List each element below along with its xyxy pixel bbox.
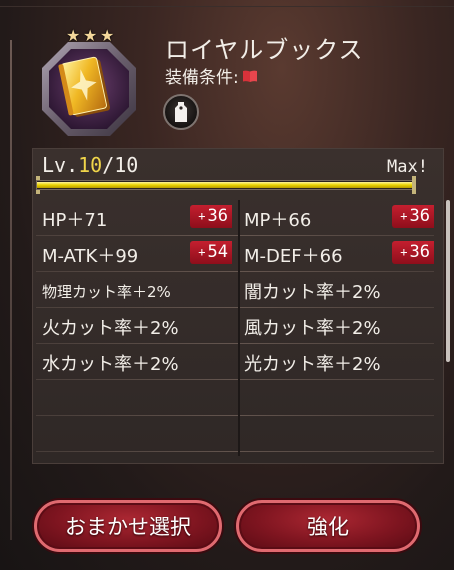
stat-cell-right: M-DEF＋66 +36	[238, 236, 434, 271]
stat-row: HP＋71 +36 MP＋66 +36	[36, 200, 434, 236]
stat-row: M-ATK＋99 +54 M-DEF＋66 +36	[36, 236, 434, 272]
stat-cell-left: 物理カット率＋2%	[36, 272, 232, 307]
stat-cell-right	[238, 416, 434, 451]
red-book-icon	[242, 70, 257, 82]
plus-sign: +	[400, 209, 408, 223]
rarity-stars: ★ ★ ★	[66, 28, 116, 46]
stat-text: 水カット率＋2%	[42, 354, 179, 375]
equip-label: 装備条件:	[165, 68, 239, 88]
stat-text: 闇カット率＋2%	[244, 282, 381, 303]
plus-sign: +	[400, 245, 408, 259]
star-icon: ★	[100, 26, 115, 45]
stat-row	[36, 380, 434, 416]
stat-row: 水カット率＋2% 光カット率＋2%	[36, 344, 434, 380]
xp-bar	[36, 180, 416, 190]
stat-row: 物理カット率＋2% 闇カット率＋2%	[36, 272, 434, 308]
stat-text: 光カット率＋2%	[244, 354, 381, 375]
xp-bar-right-cap	[412, 176, 416, 194]
column-divider	[238, 200, 240, 456]
stat-text: M-DEF＋66	[244, 246, 343, 267]
item-portrait[interactable]	[40, 40, 138, 138]
stat-grid: HP＋71 +36 MP＋66 +36 M-ATK＋99 +54 M-DEF＋66 +36 物理…	[36, 200, 434, 452]
stat-cell-right: 闇カット率＋2%	[238, 272, 434, 307]
stat-text: 物理カット率＋2%	[42, 283, 171, 301]
stat-cell-left	[36, 380, 232, 415]
bonus-badge: +36	[190, 205, 232, 228]
level-display: Lv.10/10	[42, 153, 138, 177]
level-current: 10	[78, 153, 103, 177]
bonus-value: 36	[207, 206, 228, 226]
lock-tag-button[interactable]	[163, 94, 199, 130]
stat-text: HP＋71	[42, 210, 108, 231]
stat-cell-left: HP＋71 +36	[36, 200, 232, 235]
max-label: Max!	[387, 157, 428, 177]
bonus-badge: +36	[392, 205, 434, 228]
tag-icon	[175, 102, 187, 122]
bonus-value: 36	[409, 242, 430, 262]
stat-cell-right: 風カット率＋2%	[238, 308, 434, 343]
left-edge-line	[10, 40, 12, 540]
plus-sign: +	[198, 209, 206, 223]
stats-scrollbar[interactable]	[446, 200, 450, 362]
stat-row	[36, 416, 434, 452]
top-divider	[0, 6, 454, 7]
stat-text: MP＋66	[244, 210, 312, 231]
stat-cell-right: 光カット率＋2%	[238, 344, 434, 379]
plus-sign: +	[198, 245, 206, 259]
stat-text: M-ATK＋99	[42, 246, 139, 267]
equip-condition: 装備条件:	[165, 63, 257, 88]
stat-cell-left	[36, 416, 232, 451]
golden-book-icon	[42, 42, 136, 136]
stat-cell-left: M-ATK＋99 +54	[36, 236, 232, 271]
stat-cell-right: MP＋66 +36	[238, 200, 434, 235]
bonus-value: 54	[207, 242, 228, 262]
enhance-button[interactable]: 強化	[236, 500, 420, 552]
star-icon: ★	[83, 26, 98, 45]
stat-cell-left: 火カット率＋2%	[36, 308, 232, 343]
bonus-value: 36	[409, 206, 430, 226]
level-max: /10	[102, 153, 139, 177]
stat-text: 風カット率＋2%	[244, 318, 381, 339]
stat-row: 火カット率＋2% 風カット率＋2%	[36, 308, 434, 344]
stat-text: 火カット率＋2%	[42, 318, 179, 339]
stat-cell-right	[238, 380, 434, 415]
star-icon: ★	[66, 26, 81, 45]
level-prefix: Lv.	[42, 153, 79, 177]
bonus-badge: +36	[392, 241, 434, 264]
bonus-badge: +54	[190, 241, 232, 264]
xp-bar-fill	[37, 182, 415, 188]
stat-cell-left: 水カット率＋2%	[36, 344, 232, 379]
item-name: ロイヤルブックス	[165, 36, 364, 64]
auto-select-button[interactable]: おまかせ選択	[34, 500, 222, 552]
